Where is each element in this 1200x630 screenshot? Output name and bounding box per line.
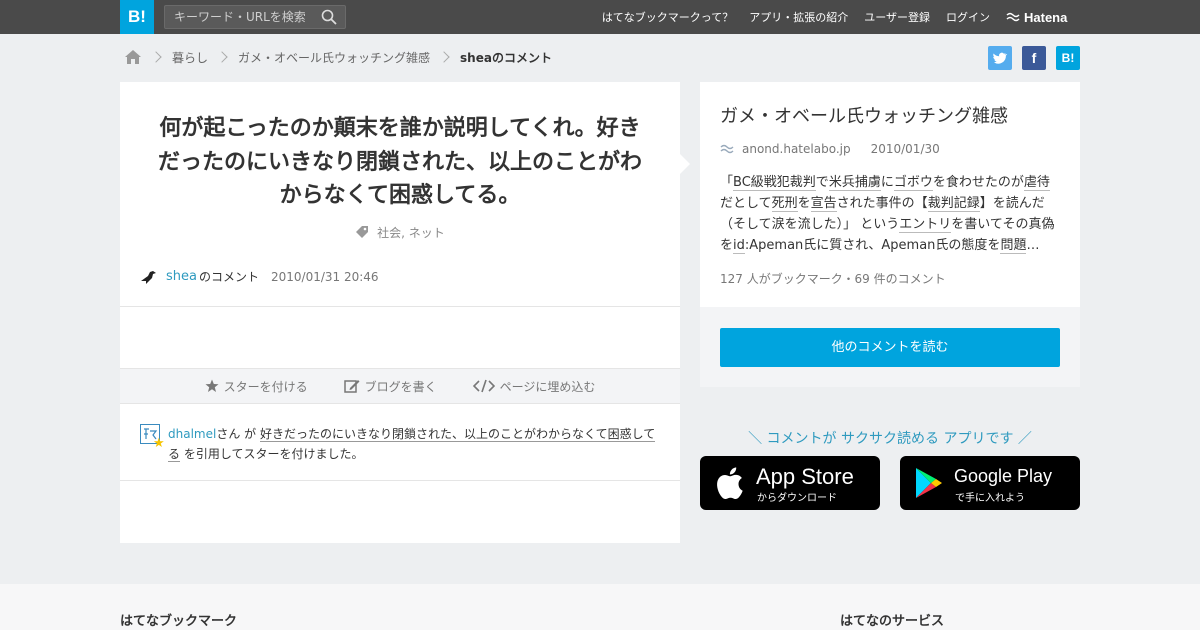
user-avatar-icon[interactable] — [140, 269, 158, 285]
bookmark-count[interactable]: 127 人がブックマーク・69 件のコメント — [720, 270, 946, 287]
footer-heading-services: はてなのサービス — [840, 614, 945, 629]
tag-icon — [356, 226, 369, 238]
entry-meta: anond.hatelabo.jp 2010/01/30 — [720, 142, 940, 156]
quote-text: dhalmelさん が 好きだったのにいきなり閉鎖された、以上のことがわからなく… — [168, 424, 660, 464]
comment-card: 何が起こったのか顛末を誰か説明してくれ。好きだったのにいきなり閉鎖された、以上の… — [120, 82, 680, 543]
google-play-icon — [916, 468, 942, 498]
quote-suffix: を引用してスターを付けました。 — [183, 447, 364, 461]
avatar[interactable]: ★ — [140, 424, 165, 450]
breadcrumb-current: sheaのコメント — [460, 50, 552, 65]
hatena-brand-label: Hatena — [1024, 9, 1068, 25]
divider — [120, 480, 680, 481]
facebook-share-icon[interactable]: f — [1022, 46, 1046, 70]
edit-icon — [343, 380, 360, 393]
comment-date[interactable]: 2010/01/31 20:46 — [271, 270, 379, 284]
commenter-suffix: のコメント — [198, 270, 259, 284]
commenter-line: shea のコメント 2010/01/31 20:46 — [140, 268, 379, 285]
search-input[interactable] — [165, 6, 315, 28]
app-store-button[interactable]: App Store からダウンロード — [700, 456, 880, 510]
hatena-brand[interactable]: Hatena — [1006, 0, 1067, 34]
google-play-title: Google Play — [954, 466, 1053, 486]
chevron-right-icon — [150, 51, 162, 63]
twitter-share-icon[interactable] — [988, 46, 1012, 70]
footer-heading-bookmark: はてなブックマーク — [120, 614, 238, 629]
embed-button[interactable]: ページに埋め込む — [472, 378, 596, 395]
top-bar: B! はてなブックマークって？ アプリ・拡張の紹介 ユーザー登録 ログイン Ha… — [0, 0, 1200, 34]
hatebu-logo[interactable]: B! — [120, 0, 154, 34]
write-blog-button[interactable]: ブログを書く — [343, 378, 437, 395]
nav-apps[interactable]: アプリ・拡張の紹介 — [749, 9, 848, 25]
quote-user[interactable]: dhalmel — [168, 427, 216, 441]
social-share: f B! — [988, 46, 1080, 70]
write-blog-label: ブログを書く — [364, 379, 437, 394]
hatena-logo-icon — [1006, 12, 1020, 22]
breadcrumb: 暮らし ガメ・オベール氏ウォッチング雑感 sheaのコメント — [124, 46, 552, 68]
entry-card: ガメ・オベール氏ウォッチング雑感 anond.hatelabo.jp 2010/… — [700, 82, 1080, 387]
apple-icon — [717, 467, 743, 500]
app-store-sub: からダウンロード — [757, 493, 837, 504]
breadcrumb-category[interactable]: 暮らし — [172, 49, 208, 66]
nav-about[interactable]: はてなブックマークって？ — [602, 9, 733, 25]
app-promo-text: ＼ コメントが サクサク読める アプリです ／ — [748, 431, 1032, 447]
comment-title: 何が起こったのか顛末を誰か説明してくれ。好きだったのにいきなり閉鎖された、以上の… — [157, 116, 642, 208]
code-icon — [472, 379, 495, 393]
search-box — [164, 5, 346, 29]
search-icon[interactable] — [321, 9, 337, 25]
commenter-name[interactable]: shea — [166, 269, 197, 284]
hatebu-share-icon[interactable]: B! — [1056, 46, 1080, 70]
read-other-comments-button[interactable]: 他のコメントを読む — [720, 328, 1060, 367]
action-bar: スターを付ける ブログを書く ページに埋め込む — [120, 368, 680, 404]
star-icon — [205, 379, 219, 392]
breadcrumb-entry[interactable]: ガメ・オベール氏ウォッチング雑感 — [238, 49, 430, 66]
top-nav: はてなブックマークって？ アプリ・拡張の紹介 ユーザー登録 ログイン — [602, 0, 990, 34]
chevron-right-icon — [438, 51, 450, 63]
nav-login[interactable]: ログイン — [946, 9, 990, 25]
footer: はてなブックマーク はてなのサービス — [0, 584, 1200, 630]
home-icon[interactable] — [124, 49, 142, 65]
entry-date: 2010/01/30 — [870, 142, 940, 156]
quote-san: さん が — [216, 427, 257, 441]
add-star-label: スターを付ける — [223, 379, 308, 394]
tags-text[interactable]: 社会, ネット — [377, 226, 445, 240]
entry-description: 「BC級戦犯裁判で米兵捕虜にゴボウを食わせたのが虐待だとして死刑を宣告された事件… — [720, 175, 1055, 254]
chevron-right-icon — [216, 51, 228, 63]
nav-register[interactable]: ユーザー登録 — [864, 9, 930, 25]
entry-title[interactable]: ガメ・オベール氏ウォッチング雑感 — [720, 102, 1008, 128]
favicon-icon — [720, 144, 734, 154]
entry-card-footer: 他のコメントを読む — [700, 307, 1080, 387]
embed-label: ページに埋め込む — [499, 379, 596, 394]
quote-star-item: ★ dhalmelさん が 好きだったのにいきなり閉鎖された、以上のことがわから… — [140, 424, 660, 464]
card-pointer — [680, 154, 690, 174]
divider — [120, 306, 680, 307]
star-icon: ★ — [153, 436, 165, 451]
add-star-button[interactable]: スターを付ける — [205, 378, 308, 395]
tag-list: 社会, ネット — [120, 224, 680, 241]
entry-domain[interactable]: anond.hatelabo.jp — [742, 142, 851, 156]
google-play-sub: で手に入れよう — [955, 493, 1025, 504]
google-play-button[interactable]: Google Play で手に入れよう — [900, 456, 1080, 510]
app-store-title: App Store — [756, 464, 854, 489]
